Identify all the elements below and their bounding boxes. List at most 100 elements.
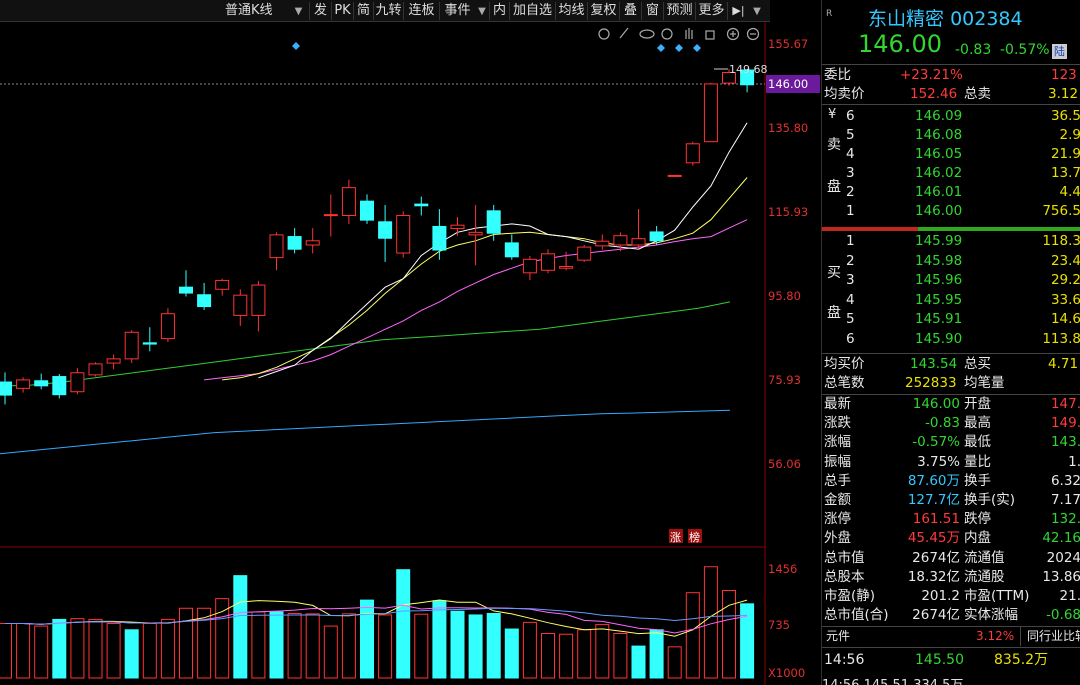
- sell-level-row[interactable]: 2 146.01 4.4: [822, 183, 1080, 202]
- volume-bar[interactable]: [360, 599, 374, 679]
- volume-bar[interactable]: [106, 622, 121, 679]
- event-diamond-icon[interactable]: [657, 44, 665, 52]
- eye-icon[interactable]: [639, 29, 655, 39]
- buy-level-row[interactable]: 3 145.96 29.2: [822, 271, 1080, 290]
- candle[interactable]: [685, 143, 700, 164]
- candle[interactable]: [486, 210, 501, 234]
- volume-bar[interactable]: [0, 622, 12, 679]
- volume-bar[interactable]: [34, 625, 49, 679]
- toolbar-btn-fa[interactable]: 发: [309, 2, 331, 20]
- volume-bar[interactable]: [269, 611, 284, 679]
- candle[interactable]: [341, 187, 356, 216]
- volume-bar[interactable]: [450, 610, 465, 679]
- candle[interactable]: [595, 240, 610, 247]
- toolbar-btn-events[interactable]: 事件: [439, 2, 475, 20]
- volume-bar[interactable]: [414, 613, 429, 679]
- hand-icon[interactable]: [685, 28, 693, 39]
- toolbar-btn-adjust[interactable]: 复权: [587, 2, 619, 20]
- candle[interactable]: [124, 331, 139, 360]
- toolbar-btn-window[interactable]: 窗: [641, 2, 663, 20]
- candle[interactable]: [703, 83, 718, 143]
- volume-bar[interactable]: [124, 629, 139, 679]
- toolbar-btn-jian[interactable]: 简: [353, 2, 373, 20]
- candle[interactable]: [305, 240, 320, 246]
- candle[interactable]: [468, 231, 483, 236]
- candle[interactable]: [396, 214, 411, 254]
- volume-bar[interactable]: [595, 624, 610, 679]
- volume-bar[interactable]: [179, 607, 193, 679]
- candle[interactable]: [323, 214, 338, 217]
- volume-bar[interactable]: [685, 592, 700, 679]
- volume-bar[interactable]: [378, 614, 393, 679]
- volume-bar[interactable]: [504, 628, 519, 679]
- volume-bar[interactable]: [160, 618, 175, 679]
- expand-right-icon[interactable]: ▶|: [727, 2, 749, 20]
- toolbar-btn-pk[interactable]: PK: [331, 2, 353, 20]
- volume-bar[interactable]: [541, 632, 555, 679]
- candle[interactable]: [667, 174, 682, 177]
- buy-level-row[interactable]: 5 145.91 14.6: [822, 310, 1080, 329]
- stock-title[interactable]: 东山精密 002384: [868, 4, 1023, 31]
- toolbar-btn-nei[interactable]: 内: [489, 2, 509, 20]
- candle[interactable]: [233, 294, 248, 316]
- candle[interactable]: [88, 363, 103, 376]
- volume-bar[interactable]: [396, 569, 411, 679]
- toolbar-btn-jiuzhuan[interactable]: 九转: [373, 2, 403, 20]
- volume-bar[interactable]: [522, 621, 537, 679]
- candle[interactable]: [378, 221, 393, 239]
- candle[interactable]: [197, 294, 212, 308]
- candle[interactable]: [432, 225, 447, 251]
- volume-bar[interactable]: [341, 613, 356, 679]
- volume-bar[interactable]: [613, 632, 628, 679]
- toolbar-btn-more[interactable]: 更多: [695, 2, 727, 20]
- buy-level-row[interactable]: 6 145.90 113.8: [822, 330, 1080, 349]
- candle[interactable]: [504, 242, 519, 258]
- candle[interactable]: [251, 284, 266, 316]
- record-icon[interactable]: [661, 28, 673, 40]
- event-diamond-icon[interactable]: [693, 44, 701, 52]
- candle[interactable]: [649, 231, 664, 242]
- volume-bar[interactable]: [432, 600, 447, 679]
- toolbar-btn-lianban[interactable]: 连板: [403, 2, 439, 20]
- candle[interactable]: [269, 234, 284, 259]
- volume-bar[interactable]: [577, 629, 592, 679]
- pen-icon[interactable]: [619, 27, 629, 39]
- candle[interactable]: [613, 235, 628, 246]
- toolbar-btn-forecast[interactable]: 预测: [663, 2, 695, 20]
- volume-bar[interactable]: [16, 622, 31, 679]
- candle[interactable]: [559, 266, 574, 269]
- volume-bar[interactable]: [631, 645, 646, 679]
- lock-icon[interactable]: [705, 30, 715, 40]
- candle[interactable]: [70, 372, 85, 393]
- volume-bar[interactable]: [468, 614, 483, 679]
- candle[interactable]: [287, 236, 302, 250]
- kline-type-select[interactable]: 普通K线 ▼: [225, 2, 305, 20]
- sell-level-row[interactable]: 4 146.05 21.9: [822, 145, 1080, 164]
- volume-bar[interactable]: [52, 618, 67, 679]
- events-dropdown-icon[interactable]: ▼: [475, 2, 489, 20]
- candle[interactable]: [577, 246, 592, 261]
- candle[interactable]: [0, 381, 12, 396]
- volume-bar[interactable]: [740, 603, 755, 679]
- sell-level-row[interactable]: 6 146.09 36.5: [822, 107, 1080, 126]
- volume-bar[interactable]: [287, 612, 302, 679]
- volume-bar[interactable]: [559, 633, 574, 679]
- buy-level-row[interactable]: 4 145.95 33.6: [822, 291, 1080, 310]
- settings-icon[interactable]: [598, 28, 610, 40]
- buy-level-row[interactable]: 2 145.98 23.4: [822, 252, 1080, 271]
- candle[interactable]: [160, 313, 175, 340]
- candle[interactable]: [179, 286, 193, 294]
- candle[interactable]: [360, 200, 374, 221]
- candle[interactable]: [631, 238, 646, 246]
- kline-chart-area[interactable]: 149.68 155.67 135.80 115.93 95.80 75.93 …: [0, 22, 820, 685]
- more-dropdown-icon[interactable]: ▼: [749, 2, 765, 20]
- volume-bar[interactable]: [251, 611, 266, 679]
- volume-bar[interactable]: [486, 612, 501, 679]
- candle[interactable]: [215, 279, 230, 290]
- kline-chart-svg[interactable]: 149.68 155.67 135.80 115.93 95.80 75.93 …: [0, 22, 820, 685]
- volume-bar[interactable]: [233, 575, 248, 679]
- sell-level-row[interactable]: 3 146.02 13.7: [822, 164, 1080, 183]
- candle[interactable]: [450, 224, 465, 230]
- volume-bar[interactable]: [667, 646, 682, 679]
- volume-bar[interactable]: [215, 598, 230, 679]
